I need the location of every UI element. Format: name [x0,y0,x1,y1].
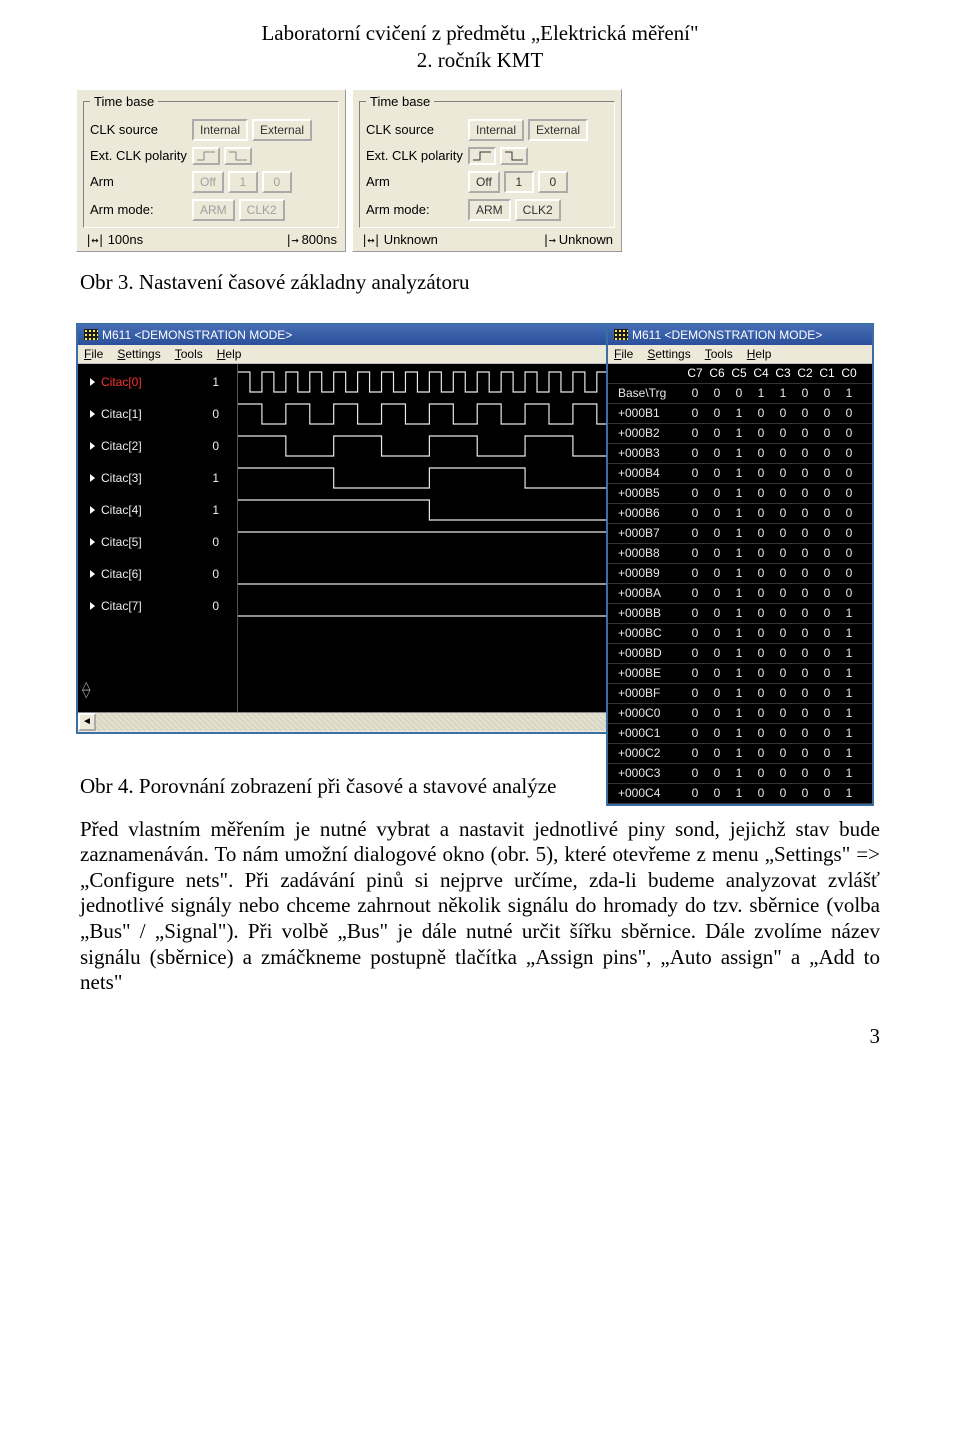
arm-1-button[interactable]: 1 [504,171,534,193]
state-table-window: M611 <DEMONSTRATION MODE> File Settings … [606,323,874,806]
state-table-row[interactable]: +000BF00100001 [608,684,872,704]
arm-label: Arm [366,174,464,189]
app-icon [614,329,628,340]
arm-1-button[interactable]: 1 [228,171,258,193]
timebase-left-span-a: |↔|100ns [85,232,143,247]
clk-polarity-label: Ext. CLK polarity [366,148,464,163]
state-table-row[interactable]: +000B400100000 [608,464,872,484]
waveform-channel-label[interactable]: Citac[3]1 [78,462,237,494]
waveform-channel-label[interactable]: Citac[0]1 [78,366,237,398]
state-table-row[interactable]: +000BB00100001 [608,604,872,624]
menu-file[interactable]: File [614,347,633,361]
state-menubar: File Settings Tools Help [608,345,872,364]
state-table-row[interactable]: +000C000100001 [608,704,872,724]
waveform-title: M611 <DEMONSTRATION MODE> [102,328,292,342]
waveform-channel-label[interactable]: Citac[2]0 [78,430,237,462]
body-paragraph: Před vlastním měřením je nutné vybrat a … [80,817,880,996]
timebase-left-span-b: |→800ns [285,232,337,247]
waveform-channel-label[interactable]: Citac[1]0 [78,398,237,430]
timebase-panel-left: Time base CLK source Internal External E… [76,89,346,252]
state-table-row[interactable]: +000C200100001 [608,744,872,764]
arm-mode-label: Arm mode: [90,202,188,217]
arm-mode-clk2-button[interactable]: CLK2 [515,199,561,221]
timebase-legend: Time base [90,94,158,109]
rising-edge-icon[interactable] [468,147,496,165]
clk-source-label: CLK source [366,122,464,137]
state-title: M611 <DEMONSTRATION MODE> [632,328,822,342]
state-titlebar[interactable]: M611 <DEMONSTRATION MODE> [608,325,872,345]
timebase-panels: Time base CLK source Internal External E… [76,89,880,252]
menu-help[interactable]: Help [747,347,772,361]
timebase-right-span-b: |→Unknown [542,232,613,247]
timebase-right-span-a: |↔|Unknown [361,232,438,247]
arm-mode-label: Arm mode: [366,202,464,217]
falling-edge-icon[interactable] [500,147,528,165]
state-table-row[interactable]: +000BD00100001 [608,644,872,664]
arm-mode-arm-button[interactable]: ARM [192,199,235,221]
figure-3-caption: Obr 3. Nastavení časové základny analyzá… [80,270,880,295]
scroll-left-button[interactable]: ◄ [78,713,96,731]
arm-mode-clk2-button[interactable]: CLK2 [239,199,285,221]
rising-edge-icon[interactable] [192,147,220,165]
arm-mode-arm-button[interactable]: ARM [468,199,511,221]
menu-help[interactable]: Help [217,347,242,361]
falling-edge-icon[interactable] [224,147,252,165]
state-table-row[interactable]: +000B200100000 [608,424,872,444]
state-table-row[interactable]: +000B700100000 [608,524,872,544]
waveform-channel-label[interactable]: Citac[6]0 [78,558,237,590]
state-table-row[interactable]: +000C100100001 [608,724,872,744]
state-table-row[interactable]: +000B600100000 [608,504,872,524]
waveform-channel-label[interactable]: Citac[7]0 [78,590,237,622]
app-icon [84,329,98,340]
waveform-channel-label[interactable]: Citac[4]1 [78,494,237,526]
arm-label: Arm [90,174,188,189]
timebase-panel-right: Time base CLK source Internal External E… [352,89,622,252]
state-table-row[interactable]: +000B100100000 [608,404,872,424]
menu-settings[interactable]: Settings [117,347,160,361]
arm-off-button[interactable]: Off [468,171,500,193]
state-table-row[interactable]: +000C300100001 [608,764,872,784]
state-table-row[interactable]: +000B300100000 [608,444,872,464]
state-table-row[interactable]: +000BA00100000 [608,584,872,604]
doc-header-line-1: Laboratorní cvičení z předmětu „Elektric… [80,20,880,47]
arm-0-button[interactable]: 0 [538,171,568,193]
state-table-row[interactable]: +000BC00100001 [608,624,872,644]
clk-internal-button[interactable]: Internal [192,119,248,141]
menu-tools[interactable]: Tools [175,347,203,361]
clk-external-button[interactable]: External [252,119,312,141]
state-table-row[interactable]: +000B500100000 [608,484,872,504]
timebase-legend: Time base [366,94,434,109]
doc-header-line-2: 2. ročník KMT [80,47,880,74]
state-table-header: C7C6C5C4C3C2C1C0 [608,364,872,384]
clk-external-button[interactable]: External [528,119,588,141]
arm-0-button[interactable]: 0 [262,171,292,193]
clk-internal-button[interactable]: Internal [468,119,524,141]
state-table-row[interactable]: +000BE00100001 [608,664,872,684]
arm-off-button[interactable]: Off [192,171,224,193]
state-table-row[interactable]: Base\Trg00011001 [608,384,872,404]
state-table-row[interactable]: +000C400100001 [608,784,872,804]
page-number: 3 [80,1024,880,1049]
vertical-split-handle[interactable]: △▽ [82,682,100,698]
state-table-row[interactable]: +000B800100000 [608,544,872,564]
waveform-channel-label[interactable]: Citac[5]0 [78,526,237,558]
menu-settings[interactable]: Settings [647,347,690,361]
menu-file[interactable]: File [84,347,103,361]
menu-tools[interactable]: Tools [705,347,733,361]
clk-source-label: CLK source [90,122,188,137]
state-table-row[interactable]: +000B900100000 [608,564,872,584]
clk-polarity-label: Ext. CLK polarity [90,148,188,163]
